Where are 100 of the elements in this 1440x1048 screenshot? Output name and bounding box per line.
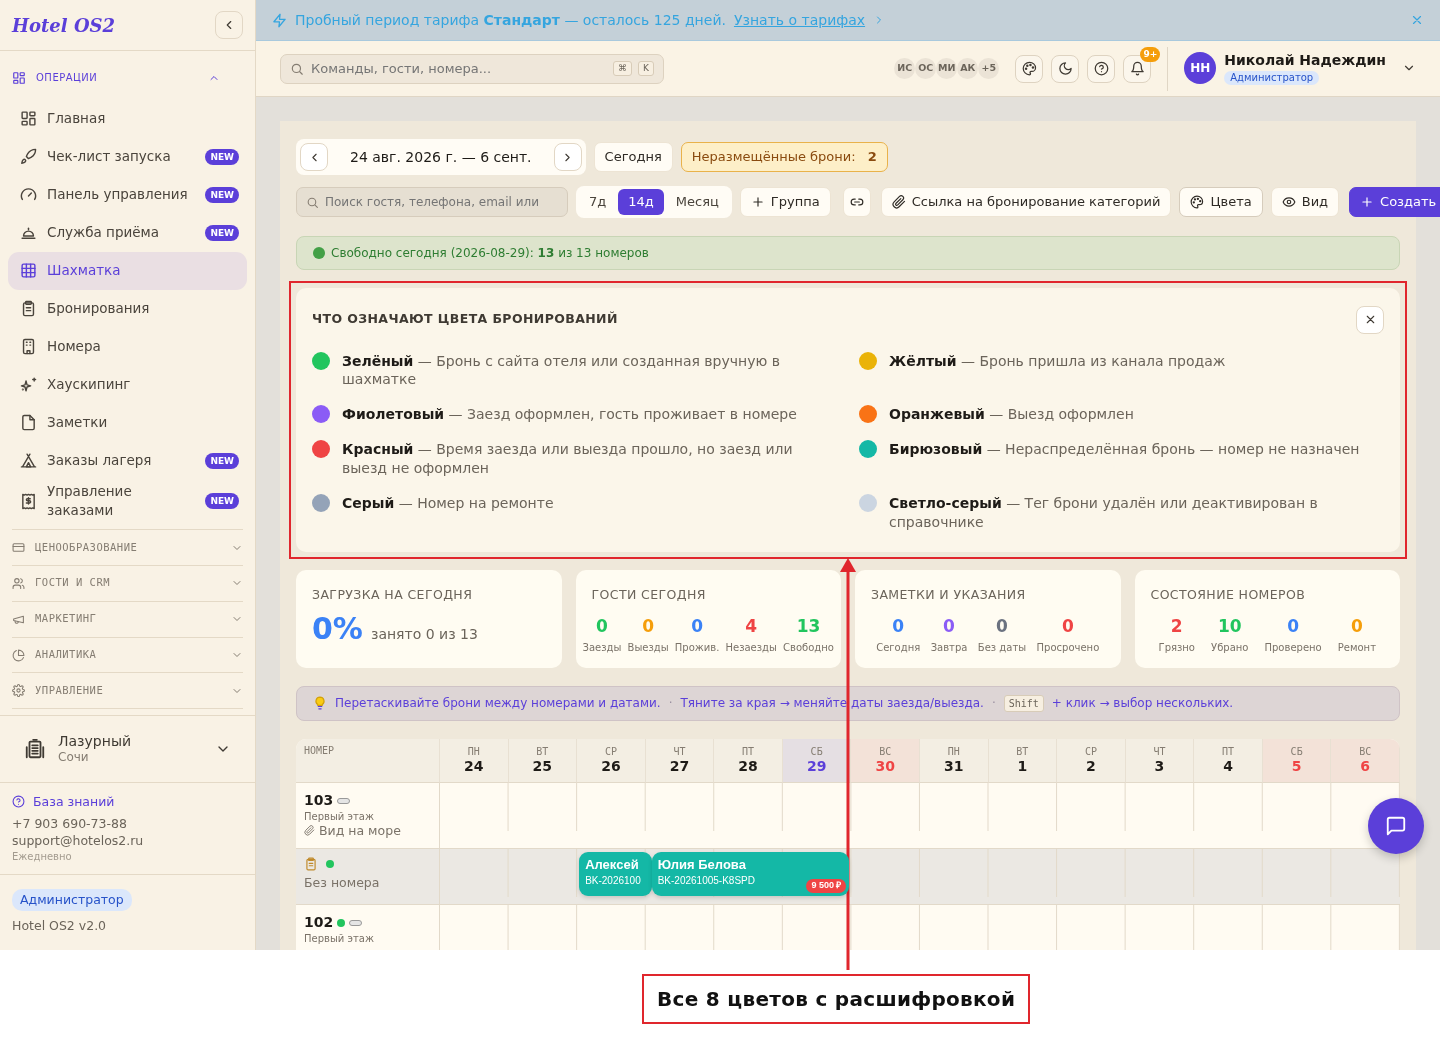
user-avatar[interactable]: МИ [936, 58, 958, 79]
section-header[interactable]: АНАЛИТИКА [12, 637, 243, 674]
sidebar-item[interactable]: Управление заказами NEW [8, 479, 247, 523]
paperclip-icon [304, 825, 315, 837]
stat-value: 0 [596, 615, 608, 639]
section-header[interactable]: МАРКЕТИНГ [12, 601, 243, 638]
day-header: ПТ 4 [1194, 738, 1263, 783]
annotation-caption: Все 8 цветов с расшифровкой [642, 974, 1031, 1024]
stat-label: Грязно [1158, 641, 1195, 655]
stat-value: 0 [1287, 615, 1299, 639]
users-icon [12, 576, 25, 590]
guest-name: Алексей [585, 856, 639, 874]
knowledge-base-link[interactable]: База знаний [33, 793, 115, 811]
stat-label: Заезды [582, 641, 622, 655]
section-header[interactable]: ЦЕНООБРАЗОВАНИЕ [12, 530, 243, 566]
sidebar-item[interactable]: Бронирования [8, 289, 247, 328]
price-badge: 9 500 ₽ [806, 879, 847, 893]
search-field[interactable]: Поиск гостя, телефона, email или [296, 186, 568, 217]
sidebar-item[interactable]: Чек-лист запуска NEW [8, 137, 247, 176]
notification-count: 9+ [1140, 46, 1161, 62]
settings-icon [12, 684, 25, 698]
sidebar-item[interactable]: Заметки [8, 403, 247, 442]
tag-icon [337, 798, 351, 805]
range-tab[interactable]: 14д [618, 189, 664, 215]
booking-bar[interactable]: Юлия Белова BK-20261005-K8SPD 9 500 ₽ [651, 851, 850, 896]
colors-button[interactable]: Цвета [1179, 186, 1263, 217]
paperclip-icon [891, 194, 906, 209]
sidebar-item[interactable]: Заказы лагеря NEW [8, 441, 247, 480]
room-floor: Первый этаж [304, 931, 375, 945]
sidebar-item[interactable]: Главная [8, 99, 247, 138]
sidebar-item[interactable]: Панель управления NEW [8, 175, 247, 214]
user-avatar[interactable]: НН [1184, 52, 1217, 85]
copy-link-button[interactable] [842, 186, 871, 217]
section-header[interactable]: УПРАВЛЕНИЕ [12, 673, 243, 710]
legend-title: ЧТО ОЗНАЧАЮТ ЦВЕТА БРОНИРОВАНИЙ [312, 310, 618, 329]
document-icon [20, 414, 37, 432]
user-avatar[interactable]: ОС [915, 58, 937, 79]
user-avatar[interactable]: ИС [894, 58, 916, 79]
room-note: Вид на море [319, 822, 401, 839]
legend-description: Зелёный — Бронь с сайта отеля или созданная вручную в шахматке [342, 351, 781, 390]
stat-value: 4 [745, 615, 758, 639]
close-icon [1410, 13, 1424, 27]
stat-value: 10 [1217, 615, 1242, 639]
plus-icon [750, 194, 765, 209]
user-avatar[interactable]: АК [957, 58, 979, 79]
range-tab[interactable]: 7д [579, 189, 617, 215]
new-badge: NEW [205, 492, 239, 510]
day-header: СР 26 [577, 738, 646, 783]
room-number: 103 [304, 791, 334, 808]
sidebar-item[interactable]: Шахматка [8, 251, 247, 290]
create-button[interactable]: Создать [1349, 186, 1440, 217]
search-icon [306, 195, 319, 209]
grid-icon [20, 110, 37, 128]
stat-value: 0 [691, 615, 703, 639]
plus-icon [1360, 194, 1375, 209]
chat-icon[interactable] [1385, 815, 1407, 837]
user-avatar[interactable]: +5 [978, 58, 1000, 79]
booking-link-button[interactable]: Ссылка на бронирование категорий [880, 186, 1172, 217]
support-phone: +7 903 690-73-88 [12, 814, 128, 833]
lightning-icon [272, 12, 287, 28]
section-header[interactable]: ГОСТИ И CRM [12, 565, 243, 602]
sidebar-item[interactable]: Хаускипинг [8, 365, 247, 404]
theme-palette-button[interactable] [1015, 54, 1044, 83]
availability-summary: Свободно сегодня (2026-08-29): 13 из 13 номеров [331, 244, 649, 262]
group-button[interactable]: Группа [739, 186, 831, 217]
dark-mode-button[interactable] [1051, 54, 1080, 83]
range-tab[interactable]: Месяц [665, 189, 729, 215]
stat-label: Ремонт [1337, 641, 1376, 655]
sidebar-item[interactable]: Служба приёма NEW [8, 213, 247, 252]
palette-icon [1021, 61, 1037, 76]
property-selector[interactable]: Лазурный Сочи [0, 715, 255, 784]
role-badge: Администратор [12, 888, 132, 912]
help-button[interactable] [1087, 54, 1116, 83]
column-header: НОМЕР [304, 744, 335, 757]
tent-icon [20, 452, 37, 470]
day-header: ВС 6 [1331, 738, 1400, 783]
app-version: Hotel OS2 v2.0 [12, 917, 108, 936]
view-button[interactable]: Вид [1270, 186, 1340, 217]
tag-icon [349, 920, 363, 927]
pie-chart-icon [12, 648, 25, 662]
day-header: ЧТ 3 [1125, 738, 1195, 783]
lightbulb-icon [313, 696, 327, 711]
status-dot-icon [313, 246, 325, 259]
sidebar-item[interactable]: Номера [8, 327, 247, 366]
moon-icon [1057, 61, 1073, 76]
hint-text: Перетаскивайте брони между номерами и датами. [335, 695, 661, 713]
occupancy-note: занято 0 из 13 [370, 625, 478, 645]
today-button[interactable]: Сегодня [593, 142, 673, 172]
occupancy-value: 0% [312, 610, 363, 649]
property-name: Лазурный [58, 732, 133, 751]
grid-table-icon [20, 262, 37, 280]
day-header: СР 2 [1057, 738, 1126, 783]
palette-icon [1190, 194, 1205, 209]
section-header[interactable]: ОПЕРАЦИИ [0, 55, 232, 100]
date-range: 24 авг. 2026 г. — 6 сент. [349, 147, 533, 167]
unplaced-bookings-button[interactable]: Неразмещённые брони: 2 [680, 142, 888, 172]
booking-code: BK-2026100 [585, 873, 641, 887]
search-icon [290, 61, 304, 76]
booking-code: BK-20261005-K8SPD [657, 873, 755, 887]
stat-label: Выезды [627, 641, 669, 655]
